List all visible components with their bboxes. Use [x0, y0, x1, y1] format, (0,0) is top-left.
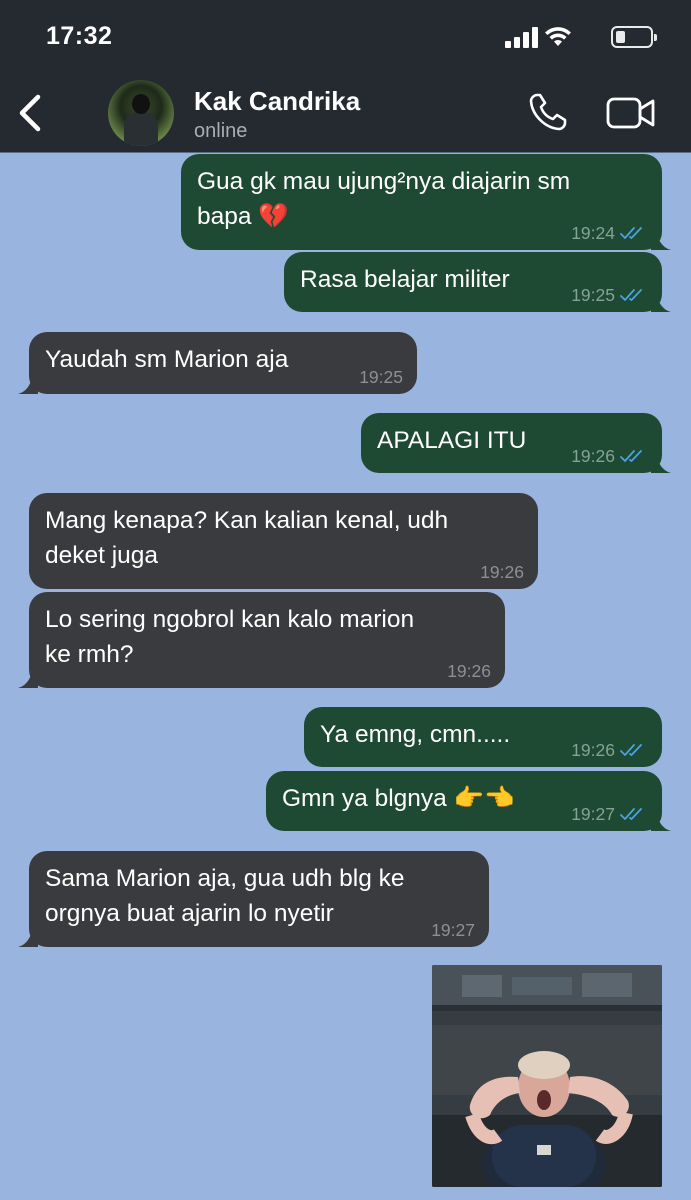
- chat-header: 17:32 Kak Candrika online: [0, 0, 691, 152]
- read-ticks-icon: [620, 289, 642, 302]
- message-meta: 19:26: [571, 739, 648, 761]
- incoming-message[interactable]: Yaudah sm Marion aja 19:25: [18, 332, 417, 394]
- message-meta: 19:25: [359, 366, 403, 388]
- message-meta: 19:24: [571, 222, 648, 244]
- phone-icon[interactable]: [528, 92, 568, 132]
- message-meta: 19:25: [571, 284, 648, 306]
- message-meta: 19:27: [431, 919, 475, 941]
- incoming-message[interactable]: Sama Marion aja, gua udh blg ke orgnya b…: [18, 851, 489, 947]
- photo-attachment[interactable]: [432, 965, 662, 1187]
- message-time: 19:26: [571, 740, 615, 760]
- wifi-icon: [545, 27, 571, 46]
- message-time: 19:27: [571, 804, 615, 824]
- outgoing-message[interactable]: Gmn ya blgnya 👉👈 19:27: [266, 771, 671, 831]
- battery-icon: [611, 26, 657, 48]
- incoming-message[interactable]: Lo sering ngobrol kan kalo marion ke rmh…: [18, 592, 505, 688]
- message-time: 19:25: [571, 285, 615, 305]
- signal-icon: [505, 26, 539, 48]
- battery-level: [616, 31, 625, 43]
- message-text: Sama Marion aja, gua udh blg ke orgnya b…: [45, 865, 405, 927]
- message-text: Yaudah sm Marion aja: [45, 346, 289, 373]
- contact-status: online: [194, 120, 248, 142]
- back-arrow-icon[interactable]: [14, 92, 48, 134]
- video-call-icon[interactable]: [606, 95, 656, 131]
- message-time: 19:24: [571, 223, 615, 243]
- read-ticks-icon: [620, 744, 642, 757]
- message-meta: 19:27: [571, 803, 648, 825]
- message-time: 19:26: [447, 661, 491, 681]
- status-icons: [497, 24, 657, 48]
- message-time: 19:27: [431, 920, 475, 940]
- message-time: 19:25: [359, 367, 403, 387]
- outgoing-message[interactable]: APALAGI ITU 19:26: [361, 413, 671, 473]
- message-meta: 19:26: [480, 561, 524, 583]
- message-text: Mang kenapa? Kan kalian kenal, udh deket…: [45, 507, 449, 569]
- message-text: Lo sering ngobrol kan kalo marion ke rmh…: [45, 606, 415, 668]
- read-ticks-icon: [620, 227, 642, 240]
- contact-avatar[interactable]: [108, 80, 174, 146]
- contact-name[interactable]: Kak Candrika: [194, 86, 360, 117]
- outgoing-message[interactable]: Gua gk mau ujung²nya diajarin sm bapa 💔 …: [181, 154, 671, 250]
- message-meta: 19:26: [447, 660, 491, 682]
- message-list[interactable]: Gua gk mau ujung²nya diajarin sm bapa 💔 …: [0, 152, 691, 1200]
- reaction-photo-icon: [432, 965, 662, 1187]
- message-time: 19:26: [571, 446, 615, 466]
- incoming-message[interactable]: Mang kenapa? Kan kalian kenal, udh deket…: [29, 493, 538, 589]
- message-meta: 19:26: [571, 445, 648, 467]
- message-time: 19:26: [480, 562, 524, 582]
- read-ticks-icon: [620, 450, 642, 463]
- outgoing-message[interactable]: Ya emng, cmn..... 19:26: [304, 707, 662, 767]
- read-ticks-icon: [620, 808, 642, 821]
- status-time: 17:32: [46, 22, 113, 50]
- outgoing-message[interactable]: Rasa belajar militer 19:25: [284, 252, 671, 312]
